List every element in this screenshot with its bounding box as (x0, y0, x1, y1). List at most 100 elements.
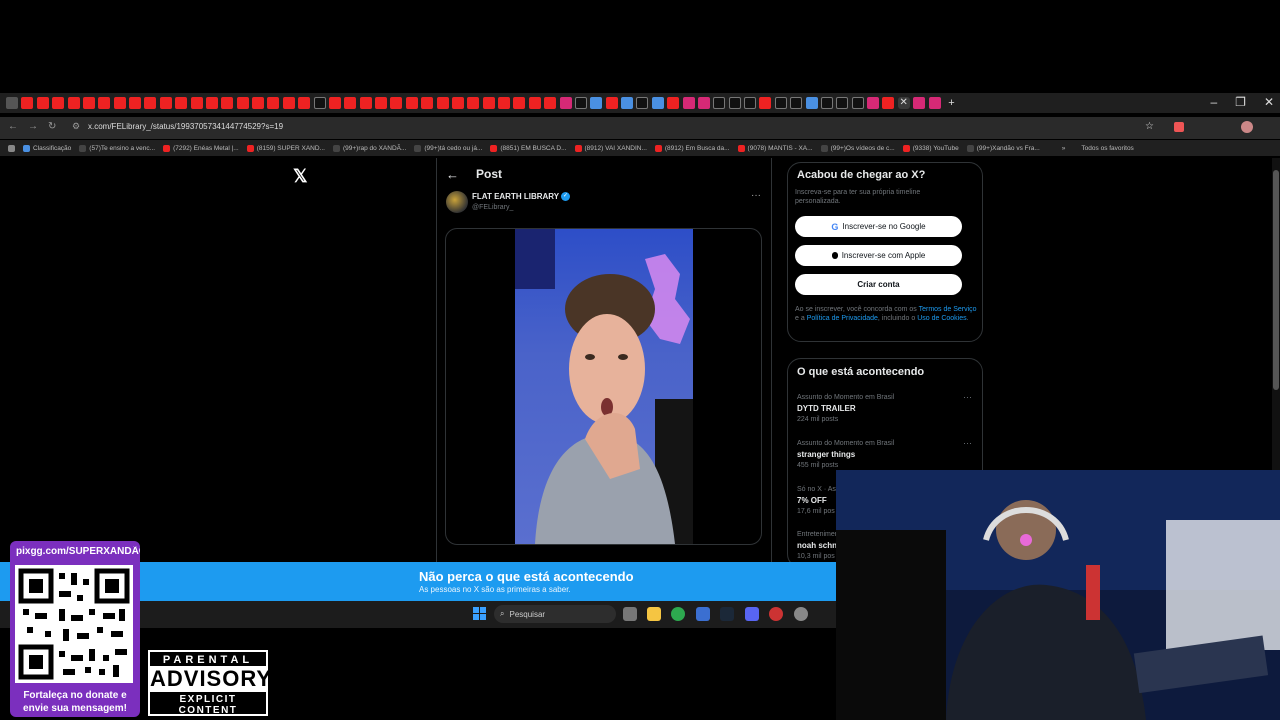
bookmark-item[interactable]: (99+)rap do XANDÃ... (332, 144, 406, 152)
bookmark-item[interactable]: (8912) VAI XANDIN... (574, 144, 647, 152)
tab-yt-icon[interactable] (21, 97, 34, 109)
privacy-policy-link[interactable]: Política de Privacidade (807, 315, 878, 322)
tab-other-icon[interactable] (621, 97, 633, 109)
profile-avatar[interactable] (1241, 121, 1253, 133)
apple-signup-button[interactable]: Inscrever-se com Apple (795, 245, 962, 266)
tab-yt-icon[interactable] (175, 97, 188, 109)
bookmark-star-icon[interactable]: ☆ (1145, 121, 1154, 132)
bookmark-item[interactable]: (57)Te ensino a venc... (79, 144, 155, 152)
close-window-button[interactable]: ✕ (1264, 95, 1274, 109)
tab-yt-icon[interactable] (405, 97, 418, 109)
author-name[interactable]: FLAT EARTH LIBRARY (472, 192, 559, 201)
tab-tt-icon[interactable] (774, 97, 787, 109)
tab-tt-icon[interactable] (744, 97, 756, 109)
tab-ig-icon[interactable] (928, 97, 941, 109)
tab-tt-icon[interactable] (713, 97, 726, 109)
tab-yt-icon[interactable] (282, 97, 295, 109)
trend-more-icon[interactable]: ··· (963, 438, 972, 448)
tab-tt-icon[interactable] (851, 97, 864, 109)
bookmarks-overflow-icon[interactable]: » (1062, 145, 1066, 152)
tab-yt-icon[interactable] (129, 97, 141, 109)
new-tab-button[interactable]: + (948, 97, 954, 109)
tab-ig-icon[interactable] (559, 97, 572, 109)
tab-yt-icon[interactable] (267, 97, 280, 109)
url-field[interactable]: x.com/FELibrary_/status/1993705734144774… (88, 122, 283, 131)
bookmark-item[interactable]: (8851) EM BUSCA D... (490, 144, 567, 152)
tab-yt-icon[interactable] (436, 97, 449, 109)
bookmark-item[interactable]: (99+)Os vídeos de c... (820, 144, 895, 152)
bookmark-item[interactable]: (8159) SUPER XAND... (246, 144, 325, 152)
tab-yt-icon[interactable] (544, 97, 557, 109)
tab-yt-icon[interactable] (190, 97, 203, 109)
tab-yt-icon[interactable] (52, 97, 65, 109)
bookmark-item[interactable]: Classificação (23, 144, 71, 152)
more-options-icon[interactable]: ··· (751, 190, 761, 201)
tab-ig-icon[interactable] (867, 97, 879, 109)
chrome-icon[interactable] (671, 607, 685, 621)
trend-item[interactable]: Entretenimen noah schn 10,3 mil pos (797, 531, 839, 560)
file-explorer-icon[interactable] (647, 607, 661, 621)
tab-ig-icon[interactable] (913, 97, 926, 109)
tab-yt-icon[interactable] (528, 97, 541, 109)
tab-yt-icon[interactable] (344, 97, 357, 109)
back-nav-icon[interactable]: ← (8, 121, 18, 132)
bookmark-item[interactable]: (9078) MANTIS - XA... (737, 144, 813, 152)
extension-icon[interactable] (1174, 122, 1184, 132)
tab-other-icon[interactable] (651, 97, 664, 109)
tab-yt-icon[interactable] (113, 97, 126, 109)
tab-yt-icon[interactable] (882, 97, 895, 109)
tab-yt-icon[interactable] (451, 97, 464, 109)
trend-more-icon[interactable]: ··· (963, 392, 972, 402)
app-icon[interactable] (745, 607, 759, 621)
tab-yt-icon[interactable] (421, 97, 434, 109)
steam-icon[interactable] (720, 607, 734, 621)
tab-ig-icon[interactable] (697, 97, 710, 109)
tab-tt-icon[interactable] (728, 97, 741, 109)
tab-tt-icon[interactable] (636, 97, 649, 109)
tab-tt-icon[interactable] (790, 97, 803, 109)
tab-yt-icon[interactable] (467, 97, 480, 109)
bookmark-item[interactable]: (8912) Em Busca da... (654, 144, 730, 152)
google-signup-button[interactable]: G Inscrever-se no Google (795, 216, 962, 237)
tab-tt-icon[interactable] (820, 97, 833, 109)
tab-other-icon[interactable] (590, 97, 603, 109)
app-icon[interactable] (769, 607, 783, 621)
task-view-icon[interactable] (623, 607, 637, 621)
bookmark-item[interactable]: (99+)Xandão vs Fra... (966, 144, 1040, 152)
tab-yt-icon[interactable] (298, 97, 311, 109)
tab-yt-icon[interactable] (498, 97, 510, 109)
windows-start-icon[interactable] (473, 607, 486, 620)
tab-tt-icon[interactable] (836, 97, 849, 109)
tab-yt-icon[interactable] (759, 97, 772, 109)
tab-ig-icon[interactable] (682, 97, 695, 109)
author-handle[interactable]: @FELibrary_ (472, 204, 513, 211)
all-favorites-folder[interactable]: Todos os favoritos (1081, 145, 1133, 152)
minimize-button[interactable]: – (1210, 95, 1217, 109)
tab-yt-icon[interactable] (205, 97, 218, 109)
taskbar-search[interactable]: ⌕ Pesquisar (494, 605, 616, 623)
tab-yt-icon[interactable] (67, 97, 80, 109)
author-avatar[interactable] (446, 191, 468, 213)
tab-yt-icon[interactable] (667, 97, 680, 109)
x-logo-icon[interactable]: 𝕏 (293, 166, 308, 187)
tab-yt-icon[interactable] (144, 97, 157, 109)
reload-icon[interactable]: ↻ (48, 121, 56, 132)
tab-yt-icon[interactable] (159, 97, 172, 109)
tab-yt-icon[interactable] (252, 97, 264, 109)
tab-yt-icon[interactable] (359, 97, 372, 109)
tab-yt-icon[interactable] (82, 97, 95, 109)
terms-of-service-link[interactable]: Termos de Serviço (919, 306, 977, 313)
tab-yt-icon[interactable] (221, 97, 234, 109)
tab-yt-icon[interactable] (375, 97, 387, 109)
bookmark-item[interactable]: (7292) Enéas Metal |... (163, 144, 239, 152)
cookie-use-link[interactable]: Uso de Cookies (917, 315, 966, 322)
tab-yt-icon[interactable] (482, 97, 495, 109)
active-tab-close-icon[interactable]: ✕ (897, 97, 910, 109)
bookmark-item[interactable]: (9338) YouTube (902, 144, 959, 152)
trend-item[interactable]: Só no X · As 7% OFF 17,6 mil pos (797, 486, 836, 515)
tab-yt-icon[interactable] (605, 97, 618, 109)
tab-other-icon[interactable] (805, 97, 818, 109)
app-icon[interactable] (696, 607, 710, 621)
tab-yt-icon[interactable] (328, 97, 341, 109)
trend-item[interactable]: Assunto do Momento em Brasil DYTD TRAILE… (797, 394, 894, 423)
